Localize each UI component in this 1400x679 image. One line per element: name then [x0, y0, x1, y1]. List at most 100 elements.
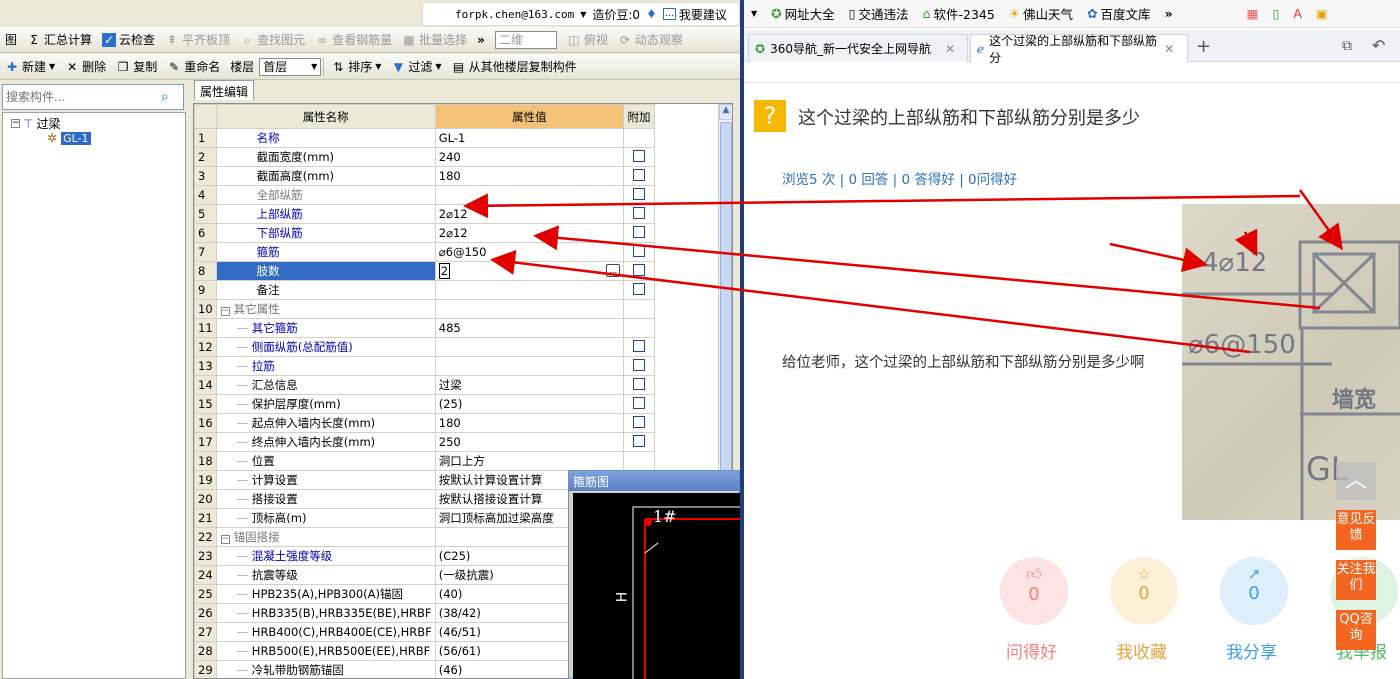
property-name[interactable]: − 其它属性 [215, 299, 436, 319]
reader-icon[interactable]: ▯ [1265, 6, 1286, 21]
attach-cell[interactable] [623, 204, 655, 224]
tree-node-root[interactable]: − ⊤ 过梁 [11, 115, 60, 132]
property-value[interactable]: 2… [434, 261, 625, 281]
attach-checkbox[interactable] [633, 168, 646, 181]
table-row[interactable]: 13— 拉筋 [194, 356, 732, 376]
property-name[interactable]: — 保护层厚度(mm) [215, 394, 436, 414]
property-name[interactable]: — 终点伸入墙内长度(mm) [215, 432, 436, 452]
property-value[interactable] [434, 299, 625, 319]
pdf-icon[interactable]: A [1286, 6, 1309, 21]
property-name[interactable]: 上部纵筋 [215, 204, 436, 224]
property-value[interactable] [434, 185, 625, 205]
delete-button[interactable]: ✕ 删除 [60, 56, 111, 78]
attach-checkbox[interactable] [633, 396, 646, 409]
property-name[interactable]: — HRB500(E),HRB500E(EE),HRBF [215, 641, 436, 661]
attach-checkbox[interactable] [633, 263, 646, 276]
table-row[interactable]: 2 截面宽度(mm) 240 [194, 147, 732, 167]
table-row[interactable]: 6 下部纵筋 2⌀12 [194, 223, 732, 243]
table-row[interactable]: 16— 起点伸入墙内长度(mm) 180 [194, 413, 732, 433]
property-name[interactable]: — 汇总信息 [215, 375, 436, 395]
table-row[interactable]: 7 箍筋 ⌀6@150 [194, 242, 732, 262]
feedback-button[interactable]: 意见反馈 [1336, 510, 1376, 550]
table-row[interactable]: 17— 终点伸入墙内长度(mm) 250 [194, 432, 732, 452]
property-name[interactable]: — 顶标高(m) [215, 508, 436, 528]
property-name[interactable]: − 锚固搭接 [215, 527, 436, 547]
toolbar-item-view[interactable]: 图 [0, 29, 22, 51]
attach-cell[interactable] [623, 375, 655, 395]
property-value[interactable]: GL-1 [434, 128, 625, 148]
view-2d-select[interactable]: 二维 [490, 29, 562, 51]
collapse-icon[interactable]: − [220, 307, 230, 316]
property-name[interactable]: 全部纵筋 [215, 185, 436, 205]
sort-button[interactable]: ⇅ 排序 ▼ [326, 56, 386, 78]
property-value[interactable]: 洞口上方 [434, 451, 625, 471]
attach-checkbox[interactable] [633, 206, 646, 219]
apps-icon[interactable]: ▦ [1240, 6, 1266, 21]
property-value[interactable] [434, 280, 625, 300]
property-value[interactable]: 240 [434, 147, 625, 167]
property-value[interactable]: (25) [434, 394, 625, 414]
attach-cell[interactable] [623, 356, 655, 376]
property-value[interactable] [434, 356, 625, 376]
property-value[interactable]: 2⌀12 [434, 204, 625, 224]
property-name[interactable]: 名称 [215, 128, 436, 148]
property-name[interactable]: — 位置 [215, 451, 436, 471]
filter-button[interactable]: ▼ 过滤 ▼ [386, 56, 446, 78]
new-button[interactable]: ✚ 新建 ▼ [0, 56, 60, 78]
find-element-button[interactable]: ⌕ 查找图元 [235, 29, 310, 51]
property-name[interactable]: — HRB335(B),HRB335E(BE),HRBF [215, 603, 436, 623]
bookmark-2[interactable]: ⌂ 软件-2345 [916, 4, 1002, 23]
property-name[interactable]: — 其它箍筋 [215, 318, 436, 338]
suggest-link[interactable]: … 我要建议 [662, 6, 727, 23]
more-bookmarks-icon[interactable]: » [1158, 6, 1180, 21]
attach-cell[interactable] [623, 242, 655, 262]
table-row[interactable]: 5 上部纵筋 2⌀12 [194, 204, 732, 224]
attach-checkbox[interactable] [633, 434, 646, 447]
table-row[interactable]: 9 备注 [194, 280, 732, 300]
attach-cell[interactable] [623, 166, 655, 186]
extension-icon[interactable]: ▣ [1309, 6, 1335, 21]
property-name[interactable]: — 抗震等级 [215, 565, 436, 585]
action-favorite[interactable]: ☆ 0 [1110, 557, 1178, 625]
attach-cell[interactable] [623, 413, 655, 433]
back-to-top-button[interactable]: ︿ [1336, 462, 1376, 500]
collapse-icon[interactable]: − [11, 119, 20, 128]
property-value[interactable]: ⌀6@150 [434, 242, 625, 262]
orbit-button[interactable]: ⟳ 动态观察 [613, 29, 688, 51]
table-row[interactable]: 10− 其它属性 [194, 299, 732, 319]
search-icon[interactable]: ⌕ [161, 89, 169, 105]
property-value[interactable]: 250 [434, 432, 625, 452]
table-row[interactable]: 1 名称 GL-1 [194, 128, 732, 148]
property-name[interactable]: — 冷轧带肋钢筋锚固 [215, 660, 436, 678]
bookmark-3[interactable]: ☀ 佛山天气 [1002, 4, 1080, 23]
more-chevron-icon[interactable]: » [472, 29, 490, 51]
attach-checkbox[interactable] [633, 244, 646, 257]
tab-question[interactable]: ℯ 这个过梁的上部纵筋和下部纵筋分 ✕ [970, 34, 1188, 65]
attach-checkbox[interactable] [633, 415, 646, 428]
property-name[interactable]: 下部纵筋 [215, 223, 436, 243]
align-slab-button[interactable]: ⇞ 平齐板顶 [160, 29, 235, 51]
action-share[interactable]: ↗ 0 [1220, 557, 1288, 625]
attach-cell[interactable] [623, 261, 655, 281]
table-row[interactable]: 3 截面高度(mm) 180 [194, 166, 732, 186]
new-tab-button[interactable]: + [1196, 36, 1211, 57]
attach-checkbox[interactable] [633, 225, 646, 238]
attach-checkbox[interactable] [633, 149, 646, 162]
property-name[interactable]: 备注 [215, 280, 436, 300]
floor-select[interactable]: 首层 ▼ [259, 57, 322, 76]
property-name[interactable]: — HPB235(A),HPB300(A)锚固 [215, 584, 436, 604]
view-rebar-button[interactable]: ∞ 查看钢筋量 [310, 29, 397, 51]
scroll-up-icon[interactable]: ▲ [719, 104, 732, 120]
table-row[interactable]: 4 全部纵筋 [194, 185, 732, 205]
property-name[interactable]: 截面高度(mm) [215, 166, 436, 186]
top-view-button[interactable]: ◫ 俯视 [562, 29, 613, 51]
property-value[interactable]: 2⌀12 [434, 223, 625, 243]
rename-button[interactable]: ✎ 重命名 [162, 56, 225, 78]
property-name[interactable]: 箍筋 [215, 242, 436, 262]
property-value[interactable]: 180 [434, 413, 625, 433]
property-name[interactable]: — 起点伸入墙内长度(mm) [215, 413, 436, 433]
tab-360[interactable]: ✪ 360导航_新一代安全上网导航 ✕ [748, 34, 968, 62]
copy-from-floor-button[interactable]: ▤ 从其他楼层复制构件 [447, 56, 582, 78]
property-name[interactable]: — 侧面纵筋(总配筋值) [215, 337, 436, 357]
property-name[interactable]: — 搭接设置 [215, 489, 436, 509]
